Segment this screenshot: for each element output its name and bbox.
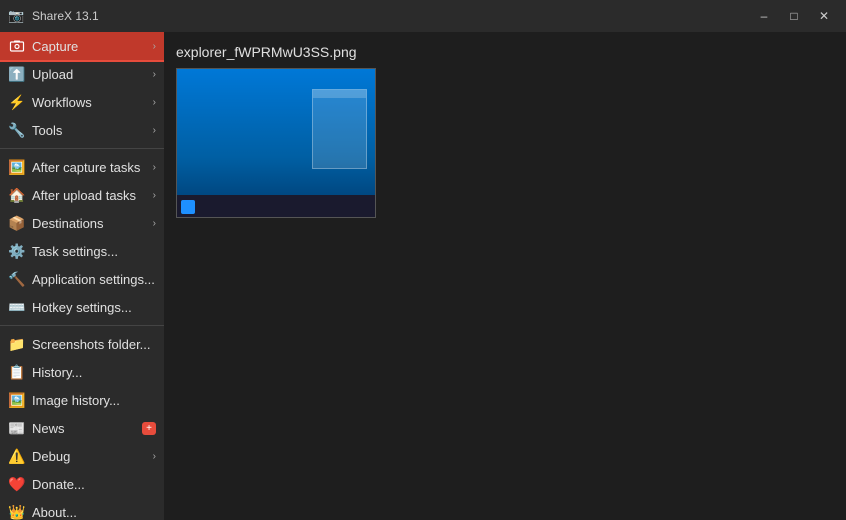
content-area: explorer_fWPRMwU3SS.png bbox=[164, 32, 846, 520]
debug-arrow: › bbox=[153, 451, 156, 462]
upload-label: Upload bbox=[32, 67, 149, 82]
menu-item-workflows[interactable]: ⚡ Workflows › bbox=[0, 88, 164, 116]
after-upload-arrow: › bbox=[153, 190, 156, 201]
destinations-label: Destinations bbox=[32, 216, 149, 231]
workflows-arrow: › bbox=[153, 97, 156, 108]
menu-container: Capture › ⬆️ Upload › ⚡ Workflows › 🔧 Tools › 🖼️ Aft… bbox=[0, 32, 164, 520]
debug-icon: ⚠️ bbox=[8, 447, 26, 465]
debug-label: Debug bbox=[32, 449, 149, 464]
window-controls: – □ ✕ bbox=[750, 6, 838, 26]
title-bar-left: 📷 ShareX 13.1 bbox=[8, 8, 99, 24]
menu-item-after-capture[interactable]: 🖼️ After capture tasks › bbox=[0, 153, 164, 181]
app-settings-icon: 🔨 bbox=[8, 270, 26, 288]
tools-icon: 🔧 bbox=[8, 121, 26, 139]
menu-item-history[interactable]: 📋 History... bbox=[0, 358, 164, 386]
destinations-arrow: › bbox=[153, 218, 156, 229]
sidebar: Capture › ⬆️ Upload › ⚡ Workflows › 🔧 Tools › 🖼️ Aft… bbox=[0, 32, 164, 520]
history-icon: 📋 bbox=[8, 363, 26, 381]
news-label: News bbox=[32, 421, 138, 436]
after-capture-arrow: › bbox=[153, 162, 156, 173]
capture-arrow: › bbox=[153, 41, 156, 52]
news-icon: 📰 bbox=[8, 419, 26, 437]
workflows-icon: ⚡ bbox=[8, 93, 26, 111]
preview-filename: explorer_fWPRMwU3SS.png bbox=[176, 44, 834, 60]
menu-item-upload[interactable]: ⬆️ Upload › bbox=[0, 60, 164, 88]
close-button[interactable]: ✕ bbox=[810, 6, 838, 26]
maximize-button[interactable]: □ bbox=[780, 6, 808, 26]
destinations-icon: 📦 bbox=[8, 214, 26, 232]
app-settings-label: Application settings... bbox=[32, 272, 156, 287]
menu-item-about[interactable]: 👑 About... bbox=[0, 498, 164, 520]
about-icon: 👑 bbox=[8, 503, 26, 520]
donate-label: Donate... bbox=[32, 477, 156, 492]
menu-item-after-upload[interactable]: 🏠 After upload tasks › bbox=[0, 181, 164, 209]
hotkey-settings-icon: ⌨️ bbox=[8, 298, 26, 316]
window-thumbnail bbox=[312, 89, 367, 169]
history-label: History... bbox=[32, 365, 156, 380]
image-history-label: Image history... bbox=[32, 393, 156, 408]
menu-item-image-history[interactable]: 🖼️ Image history... bbox=[0, 386, 164, 414]
hotkey-settings-label: Hotkey settings... bbox=[32, 300, 156, 315]
menu-item-tools[interactable]: 🔧 Tools › bbox=[0, 116, 164, 144]
menu-item-destinations[interactable]: 📦 Destinations › bbox=[0, 209, 164, 237]
separator-separator1 bbox=[0, 148, 164, 149]
upload-arrow: › bbox=[153, 69, 156, 80]
separator-separator2 bbox=[0, 325, 164, 326]
task-settings-icon: ⚙️ bbox=[8, 242, 26, 260]
tools-label: Tools bbox=[32, 123, 149, 138]
minimize-button[interactable]: – bbox=[750, 6, 778, 26]
capture-icon bbox=[8, 37, 26, 55]
news-badge: + bbox=[142, 422, 156, 435]
menu-item-capture[interactable]: Capture › bbox=[0, 32, 164, 60]
preview-image bbox=[176, 68, 376, 218]
screenshots-label: Screenshots folder... bbox=[32, 337, 156, 352]
capture-label: Capture bbox=[32, 39, 149, 54]
windows-desktop-preview bbox=[177, 69, 375, 217]
start-button-preview bbox=[181, 200, 195, 214]
after-capture-icon: 🖼️ bbox=[8, 158, 26, 176]
about-label: About... bbox=[32, 505, 156, 520]
menu-item-donate[interactable]: ❤️ Donate... bbox=[0, 470, 164, 498]
task-settings-label: Task settings... bbox=[32, 244, 156, 259]
window-title-bar bbox=[313, 90, 366, 98]
image-history-icon: 🖼️ bbox=[8, 391, 26, 409]
after-capture-label: After capture tasks bbox=[32, 160, 149, 175]
app-icon: 📷 bbox=[8, 8, 24, 24]
taskbar-preview bbox=[177, 195, 375, 217]
menu-item-app-settings[interactable]: 🔨 Application settings... bbox=[0, 265, 164, 293]
menu-item-news[interactable]: 📰 News + bbox=[0, 414, 164, 442]
after-upload-label: After upload tasks bbox=[32, 188, 149, 203]
donate-icon: ❤️ bbox=[8, 475, 26, 493]
menu-item-task-settings[interactable]: ⚙️ Task settings... bbox=[0, 237, 164, 265]
workflows-label: Workflows bbox=[32, 95, 149, 110]
menu-item-screenshots[interactable]: 📁 Screenshots folder... bbox=[0, 330, 164, 358]
main-layout: Capture › ⬆️ Upload › ⚡ Workflows › 🔧 Tools › 🖼️ Aft… bbox=[0, 32, 846, 520]
tools-arrow: › bbox=[153, 125, 156, 136]
upload-icon: ⬆️ bbox=[8, 65, 26, 83]
after-upload-icon: 🏠 bbox=[8, 186, 26, 204]
screenshots-icon: 📁 bbox=[8, 335, 26, 353]
app-title: ShareX 13.1 bbox=[32, 9, 99, 23]
title-bar: 📷 ShareX 13.1 – □ ✕ bbox=[0, 0, 846, 32]
menu-item-hotkey-settings[interactable]: ⌨️ Hotkey settings... bbox=[0, 293, 164, 321]
menu-item-debug[interactable]: ⚠️ Debug › bbox=[0, 442, 164, 470]
